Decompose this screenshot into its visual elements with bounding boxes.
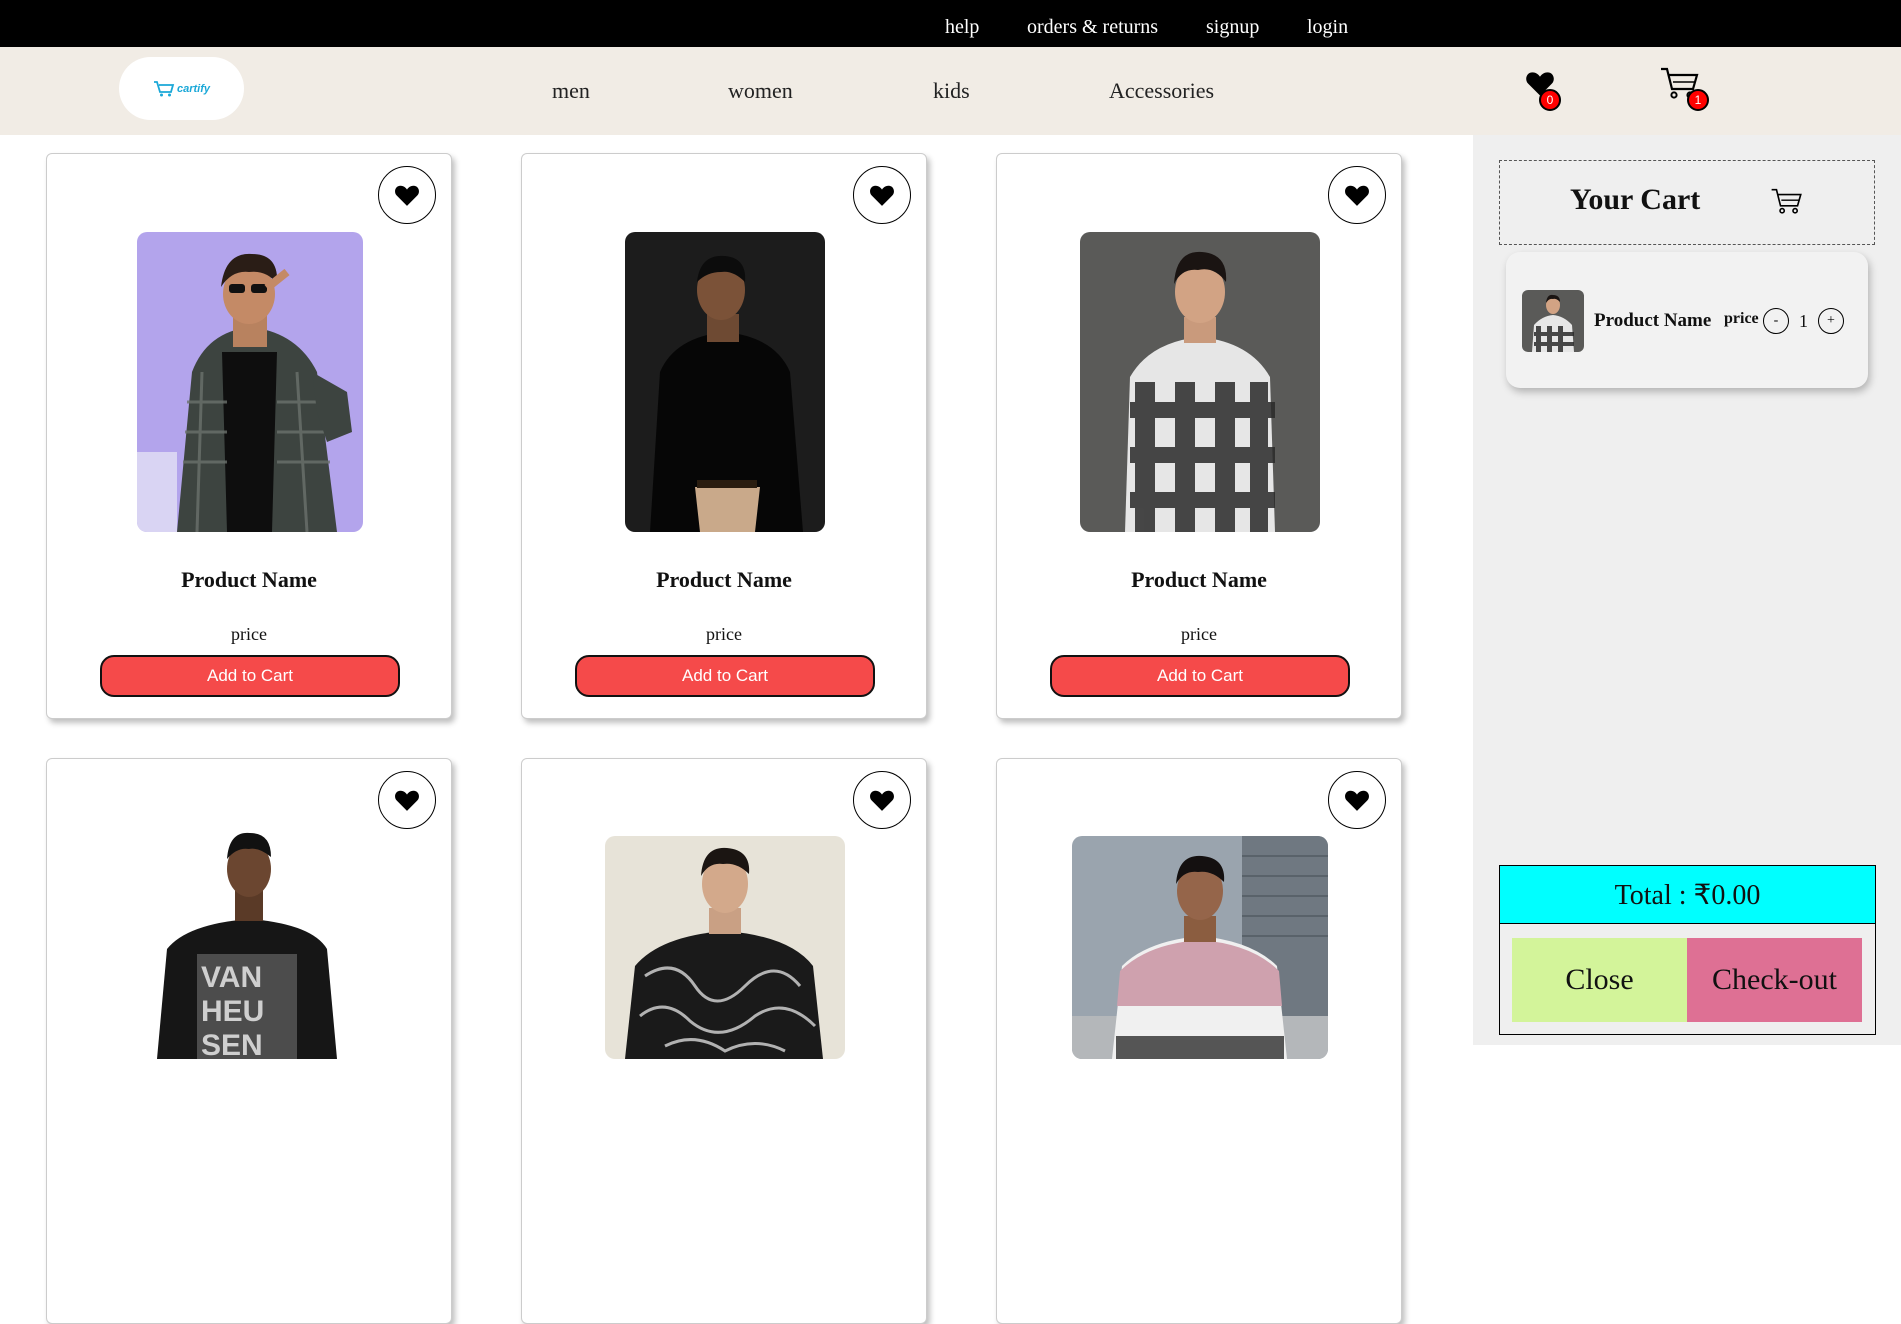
nav-accessories[interactable]: Accessories — [1109, 78, 1214, 104]
heart-icon — [870, 185, 894, 206]
wishlist-button[interactable]: 0 — [1525, 69, 1561, 111]
heart-icon — [870, 790, 894, 811]
orders-returns-link[interactable]: orders & returns — [1027, 16, 1158, 39]
product-image[interactable]: VAN HEU SEN — [137, 829, 363, 1059]
cart-item: Product Name price - 1 + — [1506, 252, 1868, 388]
product-price: price — [706, 624, 742, 644]
svg-text:VAN: VAN — [201, 961, 262, 994]
product-image[interactable] — [605, 836, 845, 1059]
add-to-cart-button[interactable]: Add to Cart — [100, 655, 400, 697]
cart-item-name: Product Name — [1594, 310, 1712, 331]
cart-item-price: price — [1724, 310, 1759, 327]
product-image[interactable] — [1080, 232, 1320, 532]
nav-men[interactable]: men — [552, 78, 590, 104]
main-header: cartify men women kids Accessories 0 1 — [0, 47, 1901, 135]
model-photo — [1072, 836, 1328, 1059]
nav-kids[interactable]: kids — [933, 78, 970, 104]
favorite-button[interactable] — [378, 771, 436, 829]
heart-icon — [395, 790, 419, 811]
product-card: Product Name price Add to Cart — [46, 153, 452, 719]
product-card: VAN HEU SEN — [46, 758, 452, 1324]
product-card — [996, 758, 1402, 1324]
decrease-quantity-button[interactable]: - — [1763, 308, 1789, 334]
cart-button[interactable]: 1 — [1659, 65, 1709, 111]
product-name: Product Name — [656, 567, 792, 592]
cart-footer: Total : ₹0.00 Close Check-out — [1499, 865, 1876, 1035]
cart-title: Your Cart — [1570, 183, 1701, 216]
increase-quantity-button[interactable]: + — [1818, 308, 1844, 334]
product-price: price — [1181, 624, 1217, 644]
favorite-button[interactable] — [853, 166, 911, 224]
checkout-button[interactable]: Check-out — [1687, 938, 1862, 1022]
logo[interactable]: cartify — [119, 57, 244, 120]
product-card — [521, 758, 927, 1324]
favorite-button[interactable] — [378, 166, 436, 224]
cart-item-quantity: 1 — [1799, 311, 1808, 331]
model-photo: VANHEUSEN — [157, 832, 337, 1059]
cart-header: Your Cart — [1499, 160, 1875, 245]
wishlist-count-badge: 0 — [1539, 89, 1561, 111]
heart-icon — [395, 185, 419, 206]
cart-icon — [1771, 188, 1802, 214]
cart-panel: Your Cart Product Name price - 1 + Total… — [1473, 135, 1901, 1045]
logo-text: cartify — [176, 82, 211, 95]
heart-icon — [1345, 185, 1369, 206]
model-photo — [137, 253, 352, 532]
add-to-cart-button[interactable]: Add to Cart — [1050, 655, 1350, 697]
favorite-button[interactable] — [853, 771, 911, 829]
cart-item-image — [1522, 290, 1584, 352]
product-card: Product Name price Add to Cart — [521, 153, 927, 719]
product-name: Product Name — [1131, 567, 1267, 592]
heart-icon — [1345, 790, 1369, 811]
svg-text:HEU: HEU — [201, 995, 264, 1028]
model-photo — [625, 847, 823, 1059]
cart-logo-icon — [153, 80, 175, 96]
product-price: price — [231, 624, 267, 644]
product-image[interactable] — [625, 232, 825, 532]
model-photo — [650, 255, 803, 532]
favorite-button[interactable] — [1328, 166, 1386, 224]
product-image[interactable] — [137, 232, 363, 532]
cart-count-badge: 1 — [1687, 89, 1709, 111]
product-image[interactable] — [1072, 836, 1328, 1059]
top-utility-bar: help orders & returns signup login — [0, 0, 1901, 47]
signup-link[interactable]: signup — [1206, 16, 1259, 39]
product-card: Product Name price Add to Cart — [996, 153, 1402, 719]
model-photo — [1125, 251, 1275, 532]
add-to-cart-button[interactable]: Add to Cart — [575, 655, 875, 697]
nav-women[interactable]: women — [728, 78, 793, 104]
favorite-button[interactable] — [1328, 771, 1386, 829]
help-link[interactable]: help — [945, 16, 979, 39]
login-link[interactable]: login — [1307, 16, 1348, 39]
close-cart-button[interactable]: Close — [1512, 938, 1687, 1022]
product-name: Product Name — [181, 567, 317, 592]
cart-total: Total : ₹0.00 — [1500, 866, 1875, 924]
svg-text:SEN: SEN — [201, 1029, 263, 1059]
